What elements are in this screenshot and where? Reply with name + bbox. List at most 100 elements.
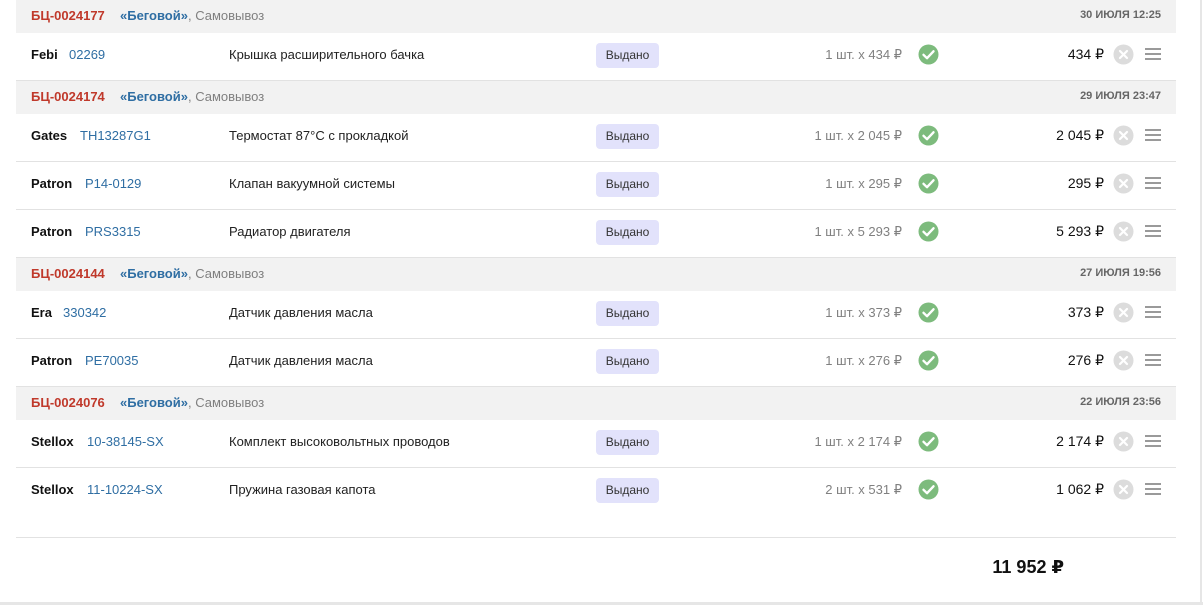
item-total: 295 ₽ [1067, 175, 1104, 191]
status-badge: Выдано [596, 349, 659, 374]
order-header: БЦ-0024076 «Беговой», Самовывоз 22 ИЮЛЯ 23… [16, 387, 1176, 420]
menu-icon[interactable] [1145, 128, 1161, 142]
menu-icon[interactable] [1145, 176, 1161, 190]
menu-icon[interactable] [1145, 305, 1161, 319]
item-article-link[interactable]: PE70035 [85, 353, 139, 368]
check-circle-icon [918, 44, 939, 65]
delivery-type: , Самовывоз [187, 89, 265, 104]
close-circle-icon[interactable] [1113, 221, 1134, 242]
status-badge: Выдано [596, 478, 659, 503]
order-number[interactable]: БЦ-0024076 [31, 395, 105, 410]
item-brand: Gates [31, 128, 68, 143]
check-circle-icon [918, 173, 939, 194]
order-number[interactable]: БЦ-0024177 [31, 8, 105, 23]
order-date: 22 ИЮЛЯ 23:56 [1080, 396, 1161, 408]
menu-icon[interactable] [1145, 353, 1161, 367]
item-description: Пружина газовая капота [229, 482, 376, 497]
menu-icon[interactable] [1145, 434, 1161, 448]
item-article-link[interactable]: 10-38145-SX [87, 434, 164, 449]
grand-total: 11 952 ₽ [992, 557, 1064, 577]
order-store: «Беговой», Самовывоз [120, 8, 264, 23]
check-circle-icon [918, 302, 939, 323]
close-circle-icon[interactable] [1113, 44, 1134, 65]
item-quantity-price: 1 шт. x 295 ₽ [825, 176, 902, 191]
item-brand: Patron [31, 224, 73, 239]
item-quantity-price: 1 шт. x 2 174 ₽ [814, 434, 902, 449]
store-name[interactable]: «Беговой» [120, 89, 188, 104]
item-description: Крышка расширительного бачка [229, 47, 425, 62]
order-store: «Беговой», Самовывоз [120, 395, 264, 410]
item-brand: Patron [31, 353, 73, 368]
divider [16, 537, 1176, 538]
order-item-row: Stellox 11-10224-SX Пружина газовая капота… [16, 468, 1176, 515]
item-article-link[interactable]: 330342 [63, 305, 106, 320]
item-quantity-price: 1 шт. x 276 ₽ [825, 353, 902, 368]
order-store: «Беговой», Самовывоз [120, 266, 264, 281]
check-circle-icon [918, 125, 939, 146]
order-item-row: Febi 02269 Крышка расширительного бачка Выд… [16, 33, 1176, 81]
item-description: Радиатор двигателя [229, 224, 351, 239]
order-header: БЦ-0024144 «Беговой», Самовывоз 27 ИЮЛЯ 19… [16, 258, 1176, 291]
order-item-row: Patron P14-0129 Клапан вакуумной системы Вы… [16, 162, 1176, 210]
status-badge: Выдано [596, 43, 659, 68]
item-quantity-price: 1 шт. x 373 ₽ [825, 305, 902, 320]
status-badge: Выдано [596, 172, 659, 197]
close-circle-icon[interactable] [1113, 173, 1134, 194]
item-description: Датчик давления масла [229, 305, 373, 320]
status-badge: Выдано [596, 430, 659, 455]
item-brand: Febi [31, 47, 58, 62]
order-date: 27 ИЮЛЯ 19:56 [1080, 267, 1161, 279]
close-circle-icon[interactable] [1113, 350, 1134, 371]
order-item-row: Gates TH13287G1 Термостат 87°C с прокладко… [16, 114, 1176, 162]
item-description: Комплект высоковольтных проводов [229, 434, 450, 449]
status-badge: Выдано [596, 301, 659, 326]
check-circle-icon [918, 350, 939, 371]
store-name[interactable]: «Беговой» [120, 266, 188, 281]
item-description: Датчик давления масла [229, 353, 373, 368]
item-article-link[interactable]: 02269 [69, 47, 105, 62]
order-item-row: Stellox 10-38145-SX Комплект высоковольтны… [16, 420, 1176, 468]
page-edge-right [1200, 0, 1202, 605]
menu-icon[interactable] [1145, 482, 1161, 496]
item-brand: Stellox [31, 482, 74, 497]
item-quantity-price: 1 шт. x 5 293 ₽ [814, 224, 902, 239]
close-circle-icon[interactable] [1113, 302, 1134, 323]
item-total: 276 ₽ [1067, 352, 1104, 368]
order-header: БЦ-0024174 «Беговой», Самовывоз 29 ИЮЛЯ 23… [16, 81, 1176, 114]
store-name[interactable]: «Беговой» [120, 395, 188, 410]
status-badge: Выдано [596, 124, 659, 149]
item-total: 5 293 ₽ [1056, 223, 1104, 239]
close-circle-icon[interactable] [1113, 479, 1134, 500]
order-item-row: Era 330342 Датчик давления масла Выдано 1 шт… [16, 291, 1176, 339]
order-item-row: Patron PE70035 Датчик давления масла Выдано… [16, 339, 1176, 387]
delivery-type: , Самовывоз [187, 8, 265, 23]
item-article-link[interactable]: TH13287G1 [80, 128, 151, 143]
item-article-link[interactable]: 11-10224-SX [87, 482, 163, 497]
check-circle-icon [918, 431, 939, 452]
item-quantity-price: 2 шт. x 531 ₽ [825, 482, 902, 497]
store-name[interactable]: «Беговой» [120, 8, 188, 23]
item-quantity-price: 1 шт. x 434 ₽ [825, 47, 902, 62]
item-brand: Era [31, 305, 52, 320]
order-date: 30 ИЮЛЯ 12:25 [1080, 9, 1161, 21]
menu-icon[interactable] [1145, 224, 1161, 238]
check-circle-icon [918, 479, 939, 500]
item-total: 2 045 ₽ [1056, 127, 1104, 143]
item-article-link[interactable]: PRS3315 [85, 224, 141, 239]
order-number[interactable]: БЦ-0024174 [31, 89, 105, 104]
delivery-type: , Самовывоз [187, 395, 265, 410]
item-description: Термостат 87°C с прокладкой [229, 128, 409, 143]
item-total: 2 174 ₽ [1056, 433, 1104, 449]
item-total: 373 ₽ [1067, 304, 1104, 320]
order-number[interactable]: БЦ-0024144 [31, 266, 105, 281]
item-description: Клапан вакуумной системы [229, 176, 395, 191]
menu-icon[interactable] [1145, 47, 1161, 61]
close-circle-icon[interactable] [1113, 431, 1134, 452]
order-header: БЦ-0024177 «Беговой», Самовывоз 30 ИЮЛЯ 12… [16, 0, 1176, 33]
item-total: 434 ₽ [1067, 46, 1104, 62]
item-total: 1 062 ₽ [1056, 481, 1104, 497]
item-brand: Stellox [31, 434, 74, 449]
item-article-link[interactable]: P14-0129 [85, 176, 141, 191]
close-circle-icon[interactable] [1113, 125, 1134, 146]
orders-list: БЦ-0024177 «Беговой», Самовывоз 30 ИЮЛЯ 12… [16, 0, 1176, 515]
